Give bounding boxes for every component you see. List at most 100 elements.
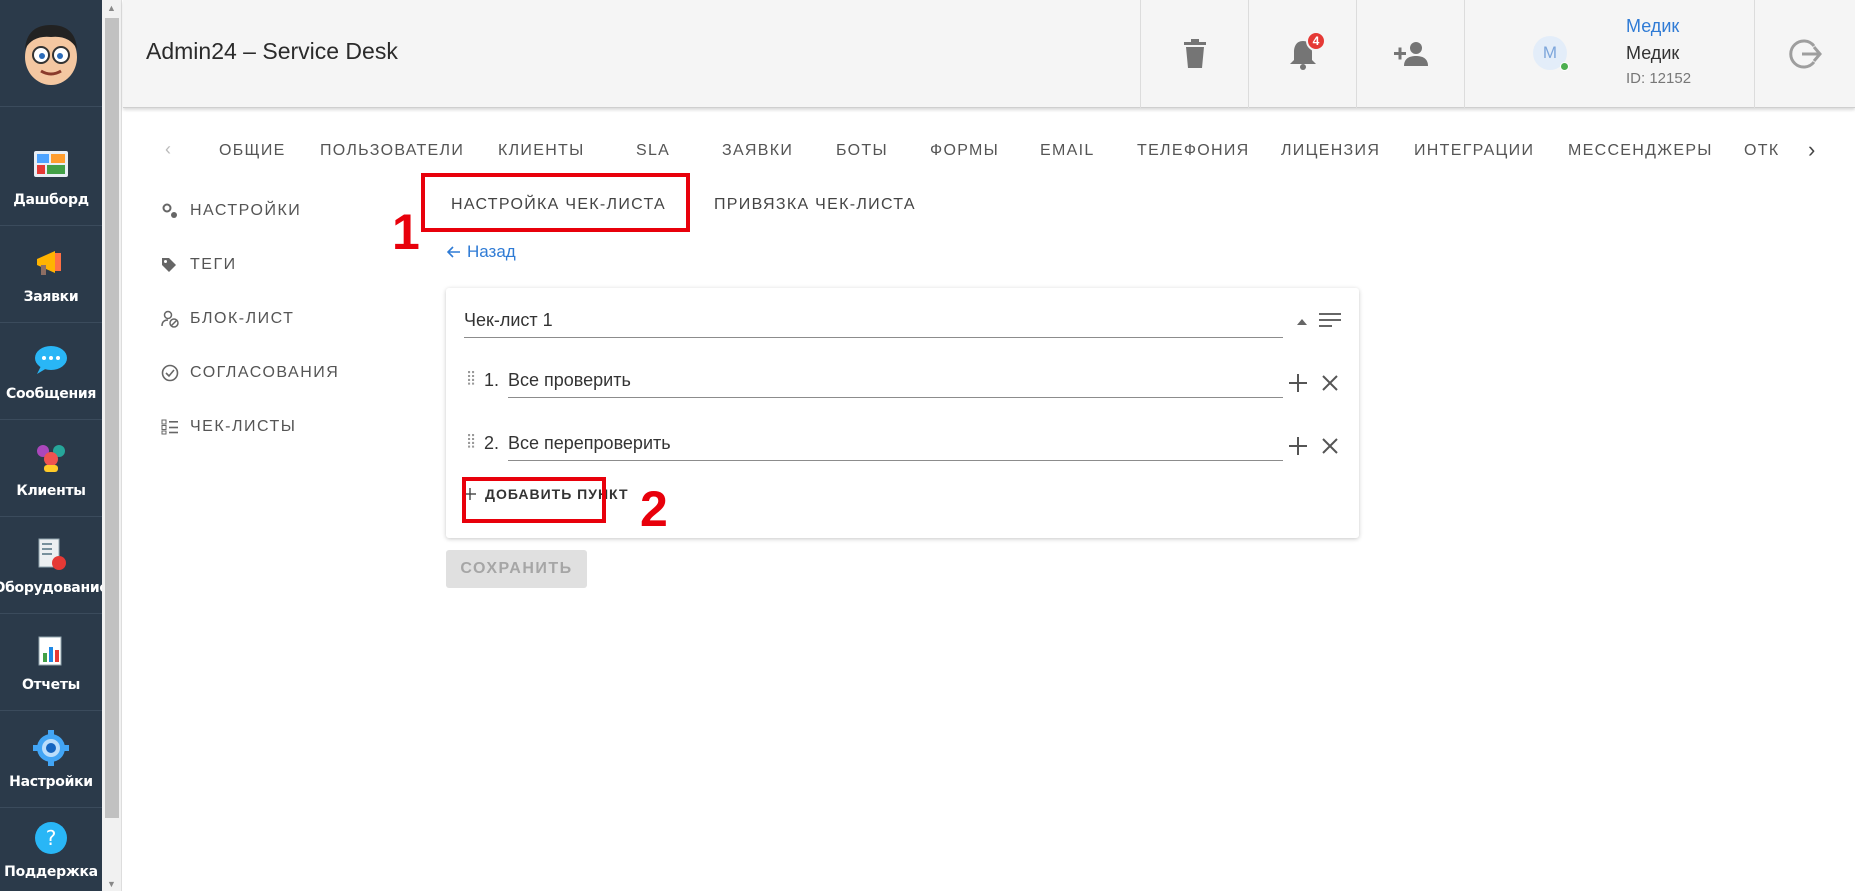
save-button[interactable]: СОХРАНИТЬ (446, 550, 587, 588)
item-text-input[interactable]: Все перепроверить (508, 433, 1283, 461)
equipment-icon (33, 536, 69, 572)
nav-settings[interactable]: Настройки (0, 712, 102, 808)
side-menu-approvals[interactable]: СОГЛАСОВАНИЯ (160, 363, 339, 383)
checklist-name-input[interactable]: Чек-лист 1 (464, 310, 1283, 338)
item-number: 1. (484, 370, 500, 390)
user-id: ID: 12152 (1626, 70, 1692, 87)
side-menu-label: ЧЕК-ЛИСТЫ (190, 418, 297, 435)
item-text-input[interactable]: Все проверить (508, 370, 1283, 398)
add-subitem-icon[interactable] (1286, 371, 1310, 395)
side-menu-settings[interactable]: НАСТРОЙКИ (160, 201, 301, 221)
nav-label: Поддержка (4, 864, 98, 880)
tab-open[interactable]: ОТКР (1744, 142, 1778, 160)
logout-button[interactable] (1754, 0, 1855, 108)
side-menu-blocklist[interactable]: БЛОК-ЛИСТ (160, 309, 294, 329)
nav-requests[interactable]: Заявки (0, 227, 102, 323)
nav-support[interactable]: ? Поддержка (0, 809, 102, 891)
notifications-badge: 4 (1306, 31, 1326, 51)
annotation-number-1: 1 (392, 204, 420, 260)
avatar-logo-icon (25, 25, 77, 85)
nav-label: Заявки (23, 288, 79, 305)
block-user-icon (160, 309, 180, 329)
tab-telephony[interactable]: ТЕЛЕФОНИЯ (1137, 142, 1250, 160)
checklist-icon (160, 417, 180, 437)
online-status-dot (1560, 62, 1569, 71)
add-subitem-icon[interactable] (1286, 434, 1310, 458)
scroll-up-arrow-icon[interactable]: ▲ (107, 3, 116, 13)
delete-item-icon[interactable] (1318, 371, 1342, 395)
trash-button[interactable] (1140, 0, 1248, 108)
nav-reports[interactable]: Отчеты (0, 615, 102, 711)
subtab-checklist-binding[interactable]: ПРИВЯЗКА ЧЕК-ЛИСТА (714, 196, 916, 214)
nav-messages[interactable]: Сообщения (0, 324, 102, 420)
app-title: Admin24 – Service Desk (146, 38, 398, 64)
tab-bots[interactable]: БОТЫ (836, 142, 888, 160)
tabs-next-icon[interactable]: › (1808, 137, 1817, 163)
app-sidebar: Дашборд Заявки Сообщения Клиенты Оборудо… (0, 0, 109, 891)
chat-icon (33, 342, 69, 378)
megaphone-icon (33, 245, 69, 281)
tab-messengers[interactable]: МЕССЕНДЖЕРЫ (1568, 142, 1713, 160)
tab-integrations[interactable]: ИНТЕГРАЦИИ (1414, 142, 1534, 160)
help-icon: ? (33, 820, 69, 856)
delete-item-icon[interactable] (1318, 434, 1342, 458)
item-number: 2. (484, 433, 500, 453)
tab-sla[interactable]: SLA (636, 142, 670, 160)
annotation-box-1 (421, 173, 690, 232)
nav-equipment[interactable]: Оборудование (0, 518, 109, 614)
scrollbar-thumb[interactable] (105, 18, 119, 818)
scroll-down-arrow-icon[interactable]: ▼ (107, 879, 116, 889)
side-menu-label: БЛОК-ЛИСТ (190, 310, 295, 327)
logout-icon (1789, 39, 1822, 69)
reports-icon (33, 633, 69, 669)
tab-license[interactable]: ЛИЦЕНЗИЯ (1281, 142, 1380, 160)
clients-icon (33, 439, 69, 475)
top-header: Admin24 – Service Desk 4 M Медик Медик I… (123, 0, 1855, 108)
tabs-scroll-area: ОБЩИЕ ПОЛЬЗОВАТЕЛИ КЛИЕНТЫ SLA ЗАЯВКИ БО… (123, 132, 1778, 172)
page-scrollbar[interactable]: ▲ ▼ (102, 0, 122, 891)
annotation-number-2: 2 (640, 481, 668, 537)
nav-dashboard[interactable]: Дашборд (0, 130, 102, 226)
side-menu-label: НАСТРОЙКИ (190, 202, 302, 219)
item-text-value: Все перепроверить (508, 433, 671, 453)
check-circle-icon (160, 363, 180, 383)
tags-icon (160, 255, 180, 275)
sort-lines-icon[interactable] (1318, 308, 1342, 332)
tab-users[interactable]: ПОЛЬЗОВАТЕЛИ (320, 142, 464, 160)
add-user-button[interactable] (1356, 0, 1464, 108)
tab-forms[interactable]: ФОРМЫ (930, 142, 999, 160)
dashboard-icon (33, 148, 69, 184)
item-text-value: Все проверить (508, 370, 631, 390)
add-user-icon (1393, 42, 1428, 66)
nav-label: Сообщения (5, 385, 97, 402)
side-menu-tags[interactable]: ТЕГИ (160, 255, 237, 275)
back-label: Назад (467, 242, 516, 261)
settings-gears-icon (160, 201, 180, 221)
tab-requests[interactable]: ЗАЯВКИ (722, 142, 793, 160)
logo[interactable] (0, 0, 102, 107)
nav-label: Клиенты (16, 482, 86, 499)
user-profile-link[interactable]: Медик (1626, 16, 1679, 37)
trash-icon (1183, 39, 1206, 68)
settings-tabs: ‹ ОБЩИЕ ПОЛЬЗОВАТЕЛИ КЛИЕНТЫ SLA ЗАЯВКИ … (123, 132, 1855, 172)
svg-text:?: ? (46, 826, 57, 850)
nav-clients[interactable]: Клиенты (0, 421, 102, 517)
nav-label: Дашборд (13, 191, 89, 208)
gear-icon (33, 729, 69, 766)
side-menu-checklists[interactable]: ЧЕК-ЛИСТЫ (160, 417, 296, 437)
tab-general[interactable]: ОБЩИЕ (219, 142, 286, 160)
collapse-caret-icon[interactable] (1290, 310, 1314, 334)
tab-clients[interactable]: КЛИЕНТЫ (498, 142, 585, 160)
drag-handle-icon[interactable]: ⣿ (466, 369, 476, 386)
back-link[interactable]: Назад (447, 242, 516, 262)
tab-email[interactable]: EMAIL (1040, 142, 1095, 160)
nav-label: Настройки (9, 773, 93, 790)
user-menu[interactable]: M Медик Медик ID: 12152 (1464, 0, 1754, 108)
annotation-box-2 (462, 477, 606, 523)
drag-handle-icon[interactable]: ⣿ (466, 432, 476, 449)
notifications-button[interactable]: 4 (1248, 0, 1356, 108)
arrow-left-icon (447, 246, 460, 258)
nav-label: Отчеты (21, 676, 81, 693)
user-name: Медик (1626, 43, 1680, 63)
side-menu-label: СОГЛАСОВАНИЯ (190, 364, 340, 381)
